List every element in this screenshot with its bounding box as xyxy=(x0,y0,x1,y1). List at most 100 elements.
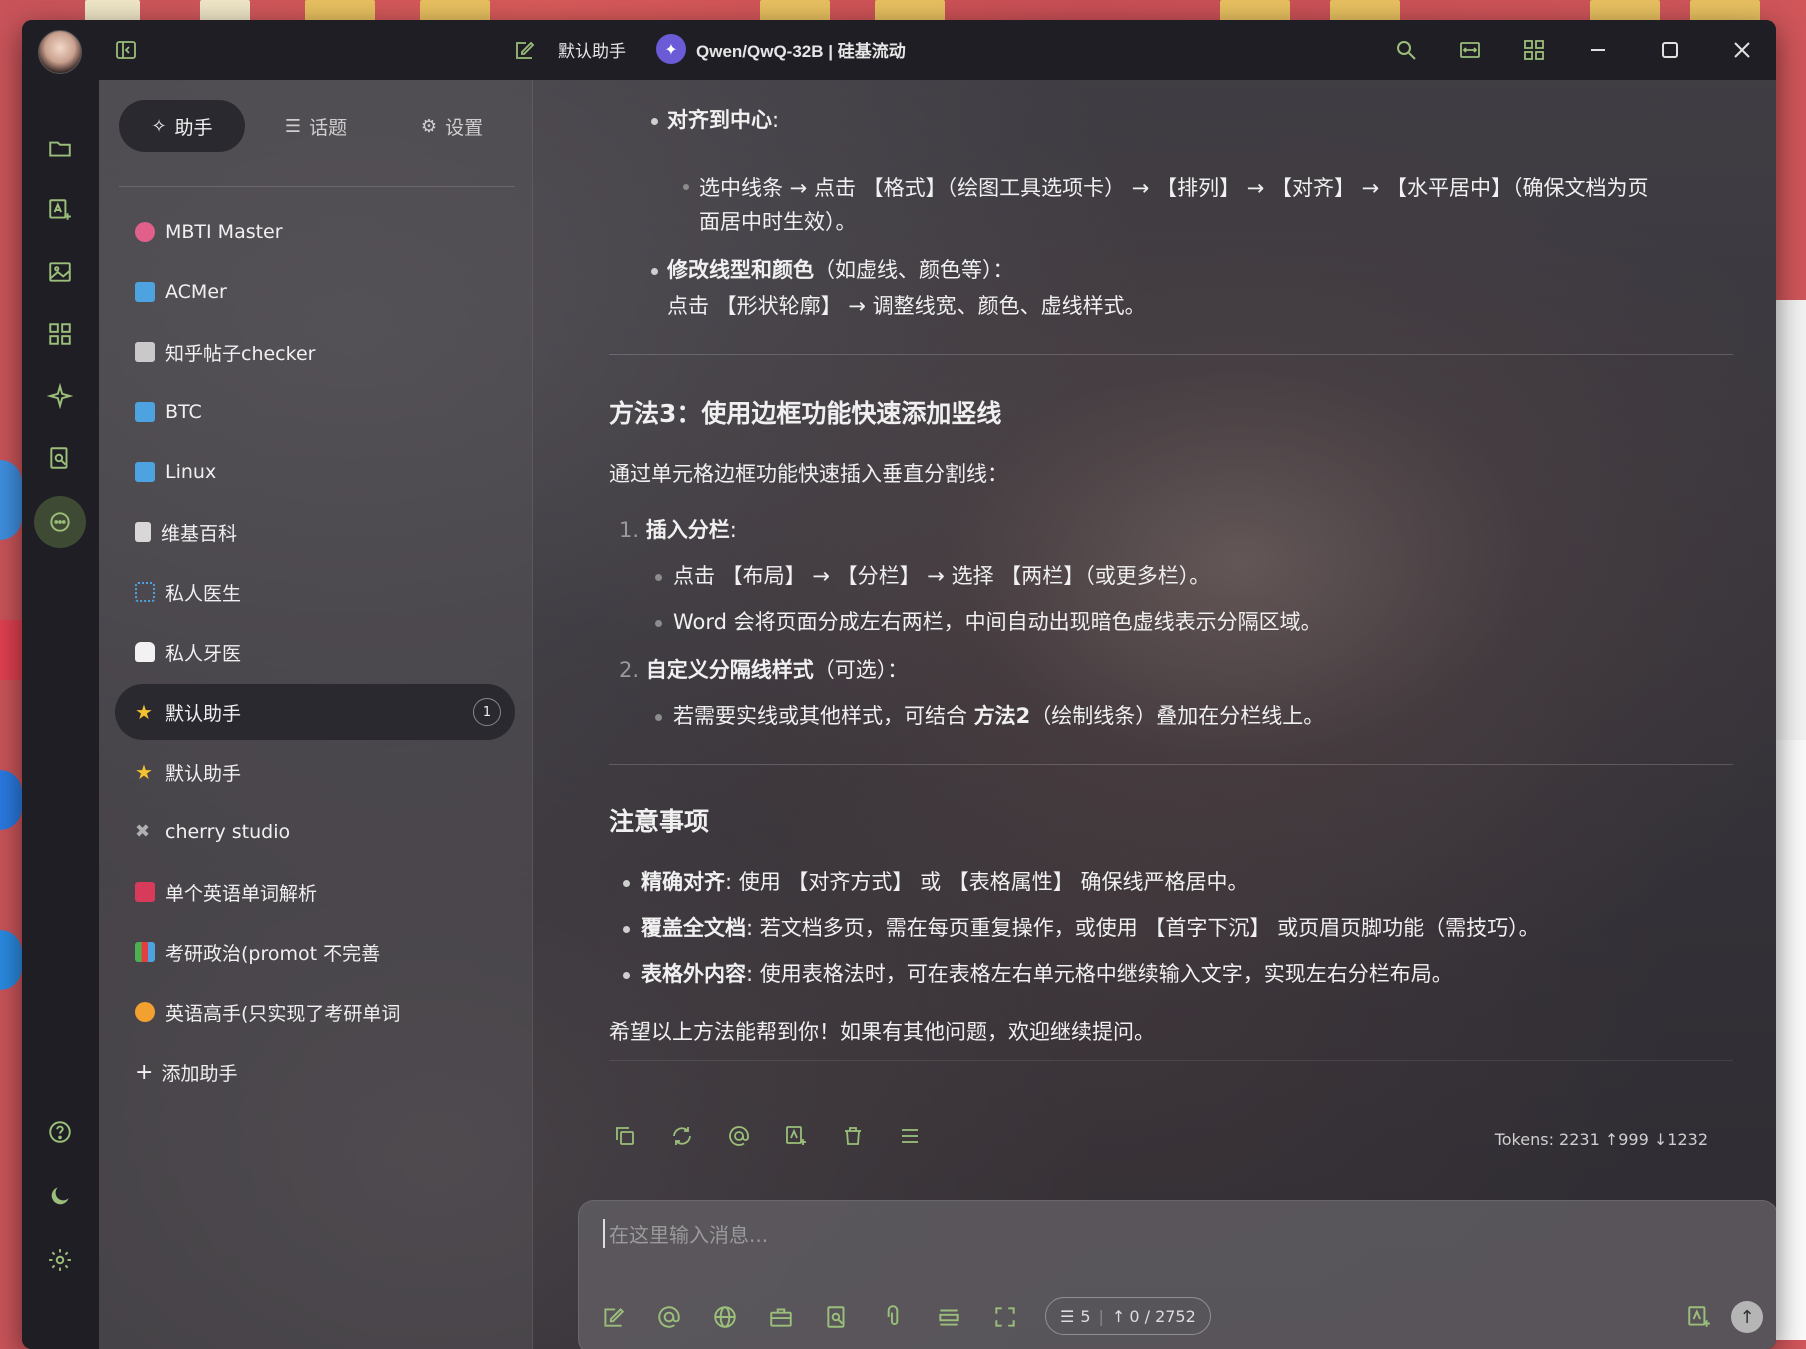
brain-icon xyxy=(135,222,155,242)
assistant-item-active[interactable]: ★ 默认助手 1 xyxy=(115,684,515,740)
token-usage: Tokens: 2231 ↑999 ↓1232 xyxy=(1494,1130,1708,1149)
assistants-panel: ✧ 助手 ☰ 话题 ⚙ 设置 MBTI Master ACMer 知乎帖子checke… xyxy=(99,80,533,1349)
desktop-app-icon xyxy=(0,460,22,540)
assistant-item[interactable]: ✖ cherry studio xyxy=(115,804,515,860)
divider xyxy=(119,186,515,187)
mention-icon[interactable] xyxy=(723,1120,755,1152)
message-line: 覆盖全文档: 若文档多页，需在每页重复操作，或使用 【首字下沉】 或页眉页脚功能… xyxy=(641,916,1540,940)
chat-icon[interactable] xyxy=(34,496,86,548)
desktop-window-edge xyxy=(1776,300,1806,740)
assistant-item[interactable]: 知乎帖子checker xyxy=(115,324,515,380)
bullet xyxy=(655,574,662,581)
panel-tabs: ✧ 助手 ☰ 话题 ⚙ 设置 xyxy=(119,100,515,152)
copy-icon[interactable] xyxy=(609,1120,641,1152)
expand-width-icon[interactable] xyxy=(1454,34,1486,66)
message-line: 点击 【形状轮廓】 → 调整线宽、颜色、虚线样式。 xyxy=(667,294,1146,318)
attachment-icon[interactable] xyxy=(877,1301,909,1333)
plus-icon: + xyxy=(135,1059,154,1085)
nav-rail xyxy=(22,80,99,1349)
desktop-folder-icon xyxy=(1330,0,1400,22)
desktop-folder-icon xyxy=(1590,0,1660,22)
translate-icon[interactable] xyxy=(780,1120,812,1152)
window-title: 默认助手 xyxy=(558,42,626,61)
toolbox-icon[interactable] xyxy=(765,1301,797,1333)
document-icon xyxy=(135,522,151,542)
tab-assistants[interactable]: ✧ 助手 xyxy=(119,100,245,152)
maximize-icon[interactable] xyxy=(1654,34,1686,66)
arrow-up-icon: ↑ xyxy=(1739,1306,1755,1328)
add-assistant-button[interactable]: + 添加助手 xyxy=(115,1044,515,1100)
desktop-folder-icon xyxy=(420,0,490,22)
numbered-item: 2. 自定义分隔线样式（可选）： xyxy=(619,658,909,682)
divider xyxy=(609,764,1733,765)
sparkle-icon[interactable] xyxy=(40,376,80,416)
minimize-icon[interactable] xyxy=(1582,34,1614,66)
assistant-item[interactable]: BTC xyxy=(115,384,515,440)
expand-icon[interactable] xyxy=(989,1301,1021,1333)
tab-topics[interactable]: ☰ 话题 xyxy=(253,100,379,152)
message-line: Word 会将页面分成左右两栏，中间自动出现暗色虚线表示分隔区域。 xyxy=(673,610,1322,634)
user-avatar[interactable] xyxy=(38,30,82,74)
folder-icon[interactable] xyxy=(40,128,80,168)
globe-icon[interactable] xyxy=(709,1301,741,1333)
new-topic-icon[interactable] xyxy=(597,1301,629,1333)
assistant-item[interactable]: 维基百科 xyxy=(115,504,515,560)
assistant-item[interactable]: 考研政治(promot 不完善 xyxy=(115,924,515,980)
knowledge-icon[interactable] xyxy=(40,438,80,478)
assistant-item[interactable]: ACMer xyxy=(115,264,515,320)
arrow-up-icon: ↑ xyxy=(1111,1306,1126,1326)
message-input[interactable]: 在这里输入消息... xyxy=(603,1219,768,1248)
help-icon[interactable] xyxy=(40,1112,80,1152)
bullet xyxy=(655,620,662,627)
knowledge-icon[interactable] xyxy=(821,1301,853,1333)
assistant-item[interactable]: MBTI Master xyxy=(115,204,515,260)
regenerate-icon[interactable] xyxy=(666,1120,698,1152)
laptop-icon xyxy=(135,402,155,422)
sparkle-icon: ✧ xyxy=(151,115,167,137)
apps-icon[interactable] xyxy=(40,314,80,354)
message-line: 对齐到中心: xyxy=(667,108,780,132)
face-icon xyxy=(135,1002,155,1022)
context-token-counter[interactable]: ☰ 5 | ↑ 0 / 2752 xyxy=(1045,1297,1211,1335)
clear-context-icon[interactable] xyxy=(933,1301,965,1333)
menu-icon[interactable] xyxy=(894,1120,926,1152)
bullet xyxy=(623,972,630,979)
message-line: 选中线条 → 点击 【格式】（绘图工具选项卡） → 【排列】 → 【对齐】 → … xyxy=(699,176,1649,200)
assistant-item[interactable]: ★ 默认助手 xyxy=(115,744,515,800)
image-icon[interactable] xyxy=(40,252,80,292)
search-icon[interactable] xyxy=(1390,34,1422,66)
toggle-sidebar-icon[interactable] xyxy=(110,34,142,66)
assistant-item[interactable]: Linux xyxy=(115,444,515,500)
send-button[interactable]: ↑ xyxy=(1731,1301,1763,1333)
assistant-item[interactable]: 单个英语单词解析 xyxy=(115,864,515,920)
translate-icon[interactable] xyxy=(1683,1301,1715,1333)
grid-apps-icon[interactable] xyxy=(1518,34,1550,66)
message-line: 面居中时生效）。 xyxy=(699,210,857,234)
assistant-item[interactable]: 私人医生 xyxy=(115,564,515,620)
settings-gear-icon[interactable] xyxy=(40,1240,80,1280)
laptop-icon xyxy=(135,462,155,482)
translate-icon[interactable] xyxy=(40,190,80,230)
delete-icon[interactable] xyxy=(837,1120,869,1152)
newspaper-icon xyxy=(135,342,155,362)
star-icon: ★ xyxy=(135,700,153,724)
tooth-icon xyxy=(135,642,155,662)
bullet xyxy=(655,714,662,721)
assistant-item[interactable]: 私人牙医 xyxy=(115,624,515,680)
message-actions xyxy=(609,1120,951,1152)
message-paragraph: 希望以上方法能帮到你！如果有其他问题，欢迎继续提问。 xyxy=(609,1020,1155,1044)
app-window: 默认助手 ✦ Qwen/QwQ-32B | 硅基流动 ✧ 助手 ☰ 话题 ⚙ 设… xyxy=(22,20,1776,1349)
laptop-icon xyxy=(135,282,155,302)
divider xyxy=(609,354,1733,355)
list-icon: ☰ xyxy=(284,115,302,137)
mention-icon[interactable] xyxy=(653,1301,685,1333)
desktop-folder-icon xyxy=(760,0,830,22)
message-input-box[interactable]: 在这里输入消息... ☰ 5 | ↑ 0 / 2752 ↑ xyxy=(578,1200,1776,1349)
moon-icon[interactable] xyxy=(40,1176,80,1216)
tab-settings[interactable]: ⚙ 设置 xyxy=(389,100,515,152)
desktop-folder-icon xyxy=(875,0,945,22)
close-icon[interactable] xyxy=(1726,34,1758,66)
model-selector[interactable]: Qwen/QwQ-32B | 硅基流动 xyxy=(696,37,906,62)
assistant-item[interactable]: 英语高手(只实现了考研单词 xyxy=(115,984,515,1040)
new-topic-icon[interactable] xyxy=(508,34,540,66)
